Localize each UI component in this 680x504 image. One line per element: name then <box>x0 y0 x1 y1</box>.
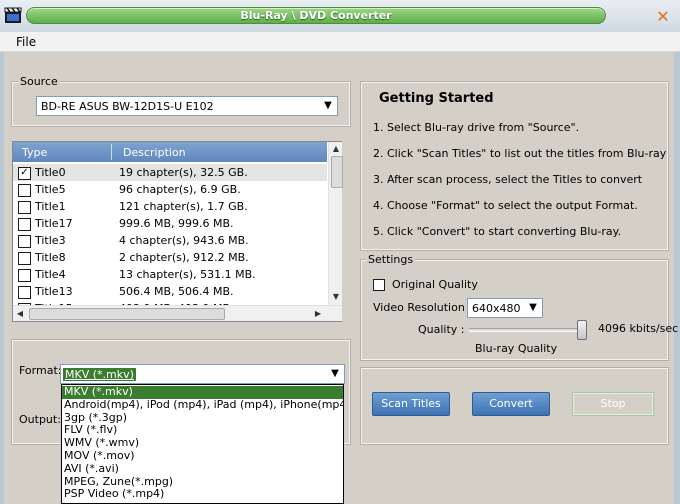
format-dropdown-list[interactable]: MKV (*.mkv) Android(mp4), iPod (mp4), iPa… <box>61 384 344 504</box>
convert-button[interactable]: Convert <box>472 392 550 416</box>
scroll-right-icon[interactable]: ▶ <box>313 309 323 318</box>
title-description: 4 chapter(s), 943.6 MB. <box>119 234 249 247</box>
title-description: 19 chapter(s), 32.5 GB. <box>119 166 248 179</box>
header-divider <box>111 144 112 160</box>
title-description: 999.6 MB, 999.6 MB. <box>119 217 234 230</box>
table-row[interactable]: Title1 121 chapter(s), 1.7 GB. <box>13 198 327 215</box>
quality-caption: Blu-ray Quality <box>475 342 558 355</box>
table-row[interactable]: Title13 506.4 MB, 506.4 MB. <box>13 283 327 300</box>
format-option[interactable]: MKV (*.mkv) <box>62 385 343 399</box>
step-1: 1. Select Blu-ray drive from "Source". <box>373 121 580 134</box>
title-name: Title13 <box>35 285 73 298</box>
row-checkbox[interactable] <box>18 269 31 282</box>
format-option[interactable]: PSP Video (*.mp4) <box>62 488 343 501</box>
source-drive-select[interactable]: BD-RE ASUS BW-12D1S-U E102 ▼ <box>36 96 338 116</box>
quality-slider[interactable] <box>469 328 587 332</box>
step-5: 5. Click "Convert" to start converting B… <box>373 225 622 238</box>
format-select[interactable]: MKV (*.mkv) ▼ <box>60 364 345 384</box>
row-checkbox[interactable] <box>18 201 31 214</box>
title-name: Title17 <box>35 217 73 230</box>
vertical-scroll-thumb[interactable] <box>331 156 343 188</box>
close-icon: ✕ <box>656 7 670 26</box>
menu-file[interactable]: File <box>16 35 36 49</box>
clapperboard-icon <box>4 6 22 24</box>
table-row[interactable]: ✓ Title0 19 chapter(s), 32.5 GB. <box>13 164 327 181</box>
row-checkbox[interactable] <box>18 184 31 197</box>
source-legend: Source <box>18 75 60 88</box>
settings-legend: Settings <box>366 253 416 266</box>
horizontal-scroll-thumb[interactable] <box>29 308 225 320</box>
quality-label: Quality : <box>418 323 465 336</box>
video-resolution-value: 640x480 <box>472 302 521 315</box>
menu-bar <box>0 32 680 52</box>
row-checkbox[interactable]: ✓ <box>18 167 31 180</box>
chevron-down-icon[interactable]: ▼ <box>320 98 336 114</box>
row-checkbox[interactable] <box>18 252 31 265</box>
scan-titles-button[interactable]: Scan Titles <box>372 392 450 416</box>
table-row[interactable]: Title5 96 chapter(s), 6.9 GB. <box>13 181 327 198</box>
scroll-down-icon[interactable]: ▼ <box>329 292 343 301</box>
video-resolution-select[interactable]: 640x480 ▼ <box>467 298 543 318</box>
row-checkbox[interactable] <box>18 235 31 248</box>
table-row[interactable]: Title8 2 chapter(s), 912.2 MB. <box>13 249 327 266</box>
row-checkbox[interactable] <box>18 218 31 231</box>
column-type[interactable]: Type <box>22 146 47 159</box>
close-button[interactable]: ✕ <box>654 8 672 26</box>
title-description: 121 chapter(s), 1.7 GB. <box>119 200 248 213</box>
title-name: Title4 <box>35 268 66 281</box>
list-header: Type Description <box>13 142 327 162</box>
table-row[interactable]: Title4 13 chapter(s), 531.1 MB. <box>13 266 327 283</box>
format-option[interactable]: MOV (*.mov) <box>62 449 343 463</box>
original-quality-label: Original Quality <box>392 278 478 291</box>
title-description: 2 chapter(s), 912.2 MB. <box>119 251 249 264</box>
title-name: Title3 <box>35 234 66 247</box>
format-option[interactable]: Android(mp4), iPod (mp4), iPad (mp4), iP… <box>62 398 343 412</box>
original-quality-checkbox[interactable] <box>373 279 385 291</box>
title-name: Title1 <box>35 200 66 213</box>
window-title: Blu-Ray \ DVD Converter <box>240 9 392 22</box>
title-description: 13 chapter(s), 531.1 MB. <box>119 268 256 281</box>
stop-button: Stop <box>572 392 654 416</box>
getting-started-title: Getting Started <box>379 91 494 106</box>
column-description[interactable]: Description <box>123 146 186 159</box>
format-option[interactable]: AVI (*.avi) <box>62 462 343 476</box>
title-description: 506.4 MB, 506.4 MB. <box>119 285 234 298</box>
scroll-up-icon[interactable]: ▲ <box>329 144 343 153</box>
quality-value: 4096 kbits/sec <box>598 322 679 335</box>
quality-slider-thumb[interactable] <box>577 320 587 340</box>
title-name: Title5 <box>35 183 66 196</box>
title-list[interactable]: Type Description ✓ Title0 19 chapter(s), 3… <box>12 141 343 322</box>
step-3: 3. After scan process, select the Titles… <box>373 173 643 186</box>
table-row[interactable]: Title3 4 chapter(s), 943.6 MB. <box>13 232 327 249</box>
step-4: 4. Choose "Format" to select the output … <box>373 199 638 212</box>
title-description: 96 chapter(s), 6.9 GB. <box>119 183 241 196</box>
chevron-down-icon[interactable]: ▼ <box>525 300 541 316</box>
row-checkbox[interactable] <box>18 286 31 299</box>
video-resolution-label: Video Resolution : <box>373 301 472 314</box>
vertical-scrollbar[interactable]: ▲ ▼ <box>328 142 343 305</box>
horizontal-scrollbar[interactable]: ◀ ▶ <box>13 305 342 321</box>
scroll-left-icon[interactable]: ◀ <box>15 309 25 318</box>
step-2: 2. Click "Scan Titles" to list out the t… <box>373 147 667 160</box>
title-name: Title0 <box>35 166 66 179</box>
chevron-down-icon[interactable]: ▼ <box>327 366 343 382</box>
format-label: Format: <box>19 364 62 377</box>
output-label: Output: <box>19 413 61 426</box>
source-drive-value: BD-RE ASUS BW-12D1S-U E102 <box>41 100 214 113</box>
title-name: Title8 <box>35 251 66 264</box>
format-selected-value: MKV (*.mkv) <box>63 368 136 381</box>
table-row[interactable]: Title17 999.6 MB, 999.6 MB. <box>13 215 327 232</box>
